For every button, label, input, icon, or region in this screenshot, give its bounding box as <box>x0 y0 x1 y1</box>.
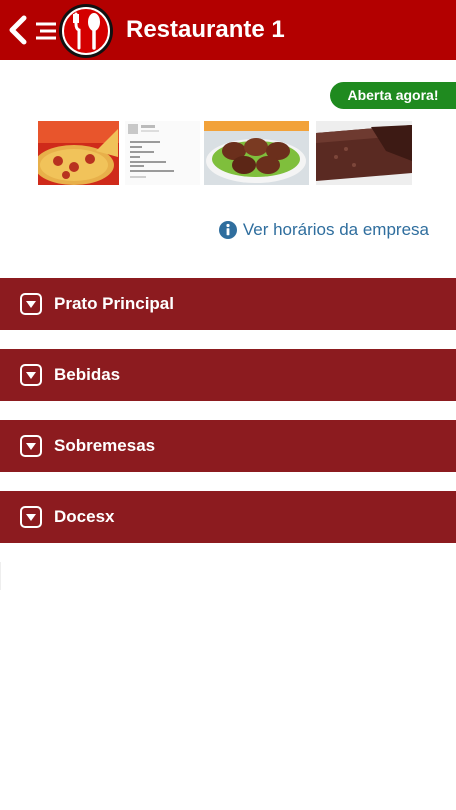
category-bebidas[interactable]: Bebidas <box>0 349 456 401</box>
chevron-down-icon <box>20 293 42 315</box>
fork-knife-logo-icon <box>34 2 116 60</box>
chevron-down-icon <box>20 506 42 528</box>
business-hours-link[interactable]: Ver horários da empresa <box>218 218 429 242</box>
category-prato-principal[interactable]: Prato Principal <box>0 278 456 330</box>
category-label: Docesx <box>54 507 115 526</box>
category-label: Prato Principal <box>54 294 174 313</box>
category-docesx[interactable]: Docesx <box>0 491 456 543</box>
divider <box>0 562 15 590</box>
back-button[interactable] <box>6 12 30 48</box>
app-header: Restaurante 1 <box>0 0 456 60</box>
text-screenshot-thumb[interactable] <box>125 121 200 185</box>
business-hours-label: Ver horários da empresa <box>242 220 429 239</box>
meatballs-photo[interactable] <box>204 121 309 185</box>
photo-gallery <box>38 121 418 185</box>
category-label: Bebidas <box>54 365 121 384</box>
open-status-badge: Aberta agora! <box>330 82 456 109</box>
info-circle-icon <box>218 221 237 239</box>
category-label: Sobremesas <box>54 436 156 455</box>
page-title: Restaurante 1 <box>126 16 285 43</box>
pizza-photo[interactable] <box>38 121 119 185</box>
chevron-left-icon <box>9 15 27 45</box>
chevron-down-icon <box>20 364 42 386</box>
category-sobremesas[interactable]: Sobremesas <box>0 420 456 472</box>
chocolate-cake-photo[interactable] <box>316 121 412 185</box>
chevron-down-icon <box>20 435 42 457</box>
